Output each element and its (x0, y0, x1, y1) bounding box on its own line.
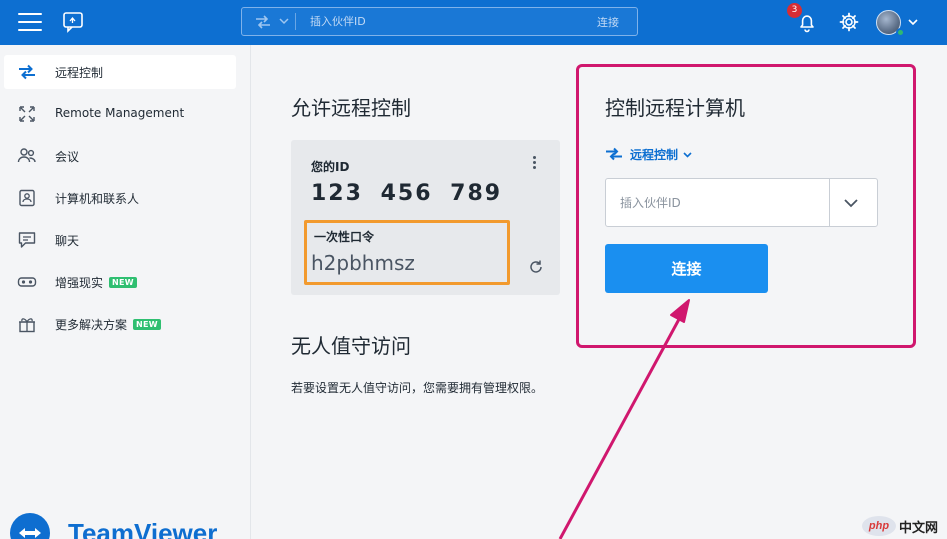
new-badge: NEW (109, 277, 137, 288)
menu-icon[interactable] (18, 13, 42, 31)
chevron-down-icon (683, 151, 692, 158)
sidebar-item-remote-control[interactable]: 远程控制 (4, 55, 236, 89)
sidebar-item-computers-contacts[interactable]: 计算机和联系人 (4, 181, 236, 215)
chat-icon (18, 232, 36, 248)
watermark-logo: php (862, 516, 896, 536)
notification-badge: 3 (787, 3, 802, 18)
id-card: 您的ID 123 456 789 一次性口令 h2pbhmsz (291, 140, 560, 295)
top-bar: 连接 3 (0, 0, 947, 45)
people-icon (17, 148, 36, 163)
ar-glasses-icon (17, 277, 37, 287)
contact-card-icon (19, 189, 35, 207)
sidebar-item-label: 聊天 (55, 234, 80, 248)
allow-remote-title: 允许远程控制 (291, 96, 411, 120)
sidebar-item-label: 增强现实 NEW (55, 274, 137, 291)
refresh-icon[interactable] (528, 259, 544, 275)
unattended-description: 若要设置无人值守访问，您需要拥有管理权限。 (291, 381, 544, 395)
chevron-down-icon[interactable] (843, 196, 859, 210)
sidebar: 远程控制 Remote Management 会议 计算机和联系人 聊天 增强现… (0, 45, 251, 539)
partner-id-input[interactable] (620, 193, 820, 213)
arrows-swap-icon (606, 147, 622, 161)
connect-button[interactable]: 连接 (605, 244, 768, 293)
sidebar-item-label: 更多解决方案 NEW (55, 316, 161, 333)
sidebar-item-label: 计算机和联系人 (55, 192, 140, 206)
sidebar-item-label: 会议 (55, 150, 80, 164)
sidebar-item-label: Remote Management (55, 106, 185, 120)
your-id-label: 您的ID (311, 160, 350, 174)
sidebar-item-meeting[interactable]: 会议 (4, 139, 236, 173)
sidebar-item-augmented-reality[interactable]: 增强现实 NEW (4, 265, 236, 299)
mode-selector[interactable]: 远程控制 (605, 145, 693, 163)
field-divider (829, 179, 830, 226)
new-badge: NEW (133, 319, 161, 330)
search-divider (295, 13, 296, 30)
watermark: php 中文网 (862, 515, 938, 537)
logo-text: TeamViewer (68, 518, 218, 539)
feedback-icon[interactable] (62, 11, 84, 33)
sidebar-item-remote-management[interactable]: Remote Management (4, 97, 236, 131)
mode-label: 远程控制 (630, 147, 679, 162)
teamviewer-logo: TeamViewer (10, 468, 240, 539)
arrows-swap-icon (256, 15, 270, 29)
expand-icon (19, 106, 35, 122)
online-status-dot (896, 28, 905, 37)
control-remote-title: 控制远程计算机 (605, 96, 745, 120)
more-options-icon[interactable] (529, 154, 539, 174)
search-input[interactable] (310, 11, 580, 32)
unattended-title: 无人值守访问 (291, 334, 411, 358)
your-id-value: 123 456 789 (311, 181, 503, 206)
sidebar-item-more-solutions[interactable]: 更多解决方案 NEW (4, 307, 236, 341)
chevron-down-icon[interactable] (906, 15, 920, 29)
gift-icon (19, 318, 35, 333)
sidebar-item-chat[interactable]: 聊天 (4, 223, 236, 257)
arrows-swap-icon (19, 64, 35, 80)
search-connect-button[interactable]: 连接 (597, 14, 619, 30)
password-highlight: 一次性口令 h2pbhmsz (304, 220, 510, 285)
partner-id-field[interactable] (605, 178, 878, 227)
password-label: 一次性口令 (314, 230, 375, 244)
partner-id-search[interactable]: 连接 (241, 7, 638, 36)
password-value: h2pbhmsz (311, 251, 415, 275)
watermark-text: 中文网 (899, 520, 939, 536)
chevron-down-icon[interactable] (278, 15, 290, 27)
teamviewer-logo-icon (10, 513, 50, 539)
gear-icon[interactable] (838, 11, 860, 33)
sidebar-item-label: 远程控制 (55, 66, 104, 80)
